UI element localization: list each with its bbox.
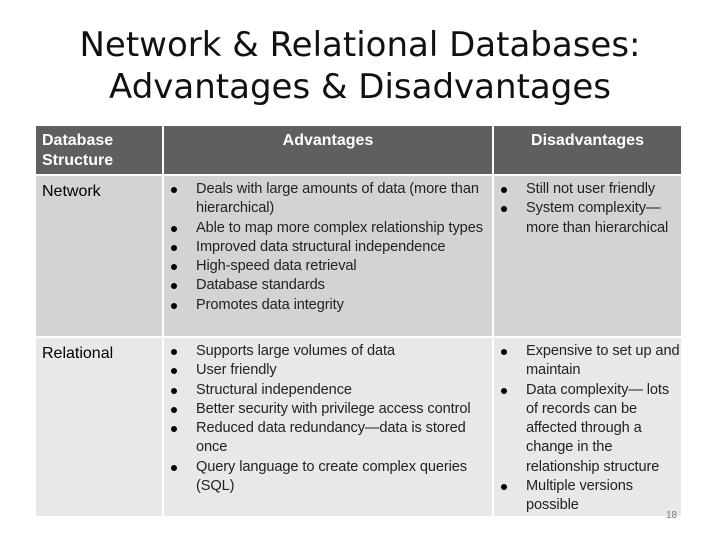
bullet-icon (171, 264, 177, 271)
list-item: System complexity— more than hierarchica… (494, 199, 681, 238)
bullet-icon (501, 206, 507, 213)
page-number: 18 (666, 510, 678, 521)
bullet-icon (171, 349, 177, 355)
bullet-icon (501, 187, 507, 193)
list-item-text: Database standards (196, 277, 325, 294)
bullet-icon (171, 406, 177, 413)
list-item-text: High-speed data retrieval (196, 258, 357, 275)
list-item: Supports large volumes of data (164, 342, 492, 361)
list-item: Database standards (164, 276, 492, 295)
list-item: Better security with privilege access co… (164, 400, 492, 419)
list-item-text: Able to map more complex relationship ty… (196, 219, 483, 236)
list-item: Reduced data redundancy—data is stored o… (164, 419, 492, 458)
list-item: Still not user friendly (494, 180, 681, 199)
list-item: Multiple versions possible (494, 477, 681, 516)
header-database-structure: Database Structure (36, 126, 162, 174)
list-item: Promotes data integrity (164, 296, 492, 315)
list-item-text: Still not user friendly (526, 181, 656, 197)
list-item-text: Structural independence (196, 381, 352, 398)
bullet-icon (171, 244, 177, 251)
list-item-text: Multiple versions possible (526, 478, 633, 514)
list-item-text: Reduced data redundancy—data is stored o… (196, 420, 466, 456)
list-item: Data complexity— lots of records can be … (494, 381, 681, 477)
bullet-icon (171, 187, 177, 193)
disadvantages-list: Still not user friendly System complexity… (494, 176, 681, 238)
bullet-icon (171, 426, 177, 433)
list-item: Structural independence (164, 381, 492, 400)
disadvantages-list: Expensive to set up and maintain Data com… (494, 338, 681, 516)
list-item: Improved data structural independence (164, 238, 492, 257)
table-row-network: Network Deals with large amounts of data… (36, 176, 681, 336)
bullet-icon (171, 225, 177, 232)
list-item-text: Improved data structural independence (196, 238, 446, 255)
bullet-icon (171, 387, 177, 394)
advantages-list: Supports large volumes of data User frien… (164, 338, 492, 496)
list-item-text: Expensive to set up and maintain (526, 343, 680, 379)
list-item: Deals with large amounts of data (more t… (164, 180, 492, 219)
list-item-text: Supports large volumes of data (196, 343, 395, 359)
bullet-icon (171, 283, 177, 290)
list-item: High-speed data retrieval (164, 257, 492, 276)
header-disadvantages: Disadvantages (494, 126, 681, 174)
advantages-cell: Deals with large amounts of data (more t… (164, 176, 492, 336)
list-item-text: Promotes data integrity (196, 296, 344, 313)
disadvantages-cell: Still not user friendly System complexity… (494, 176, 681, 336)
list-item-text: Better security with privilege access co… (196, 400, 471, 417)
bullet-icon (501, 387, 507, 394)
table-row-relational: Relational Supports large volumes of dat… (36, 338, 681, 516)
bullet-icon (501, 484, 507, 491)
list-item-text: User friendly (196, 362, 277, 379)
list-item: Able to map more complex relationship ty… (164, 219, 492, 238)
advantages-cell: Supports large volumes of data User frien… (164, 338, 492, 516)
list-item: User friendly (164, 361, 492, 380)
slide-title: Network & Relational Databases: Advantag… (0, 24, 720, 108)
bullet-icon (171, 368, 177, 375)
advantages-list: Deals with large amounts of data (more t… (164, 176, 492, 315)
list-item: Query language to create complex queries… (164, 458, 492, 497)
list-item-text: System complexity— more than hierarchica… (526, 200, 669, 236)
table-header-row: Database Structure Advantages Disadvanta… (36, 126, 681, 174)
slide-title-line-2: Advantages & Disadvantages (109, 67, 611, 107)
list-item-text: Query language to create complex queries… (196, 458, 468, 495)
structure-label: Relational (36, 338, 162, 516)
comparison-table: Database Structure Advantages Disadvanta… (34, 124, 683, 518)
bullet-icon (171, 464, 177, 471)
list-item: Expensive to set up and maintain (494, 342, 681, 381)
slide-title-line-1: Network & Relational Databases: (79, 25, 641, 65)
structure-label: Network (36, 176, 162, 336)
bullet-icon (501, 349, 507, 355)
header-advantages: Advantages (164, 126, 492, 174)
list-item-text: Deals with large amounts of data (more t… (196, 181, 479, 217)
disadvantages-cell: Expensive to set up and maintain Data com… (494, 338, 681, 516)
bullet-icon (171, 302, 177, 309)
list-item-text: Data complexity— lots of records can be … (526, 381, 670, 475)
